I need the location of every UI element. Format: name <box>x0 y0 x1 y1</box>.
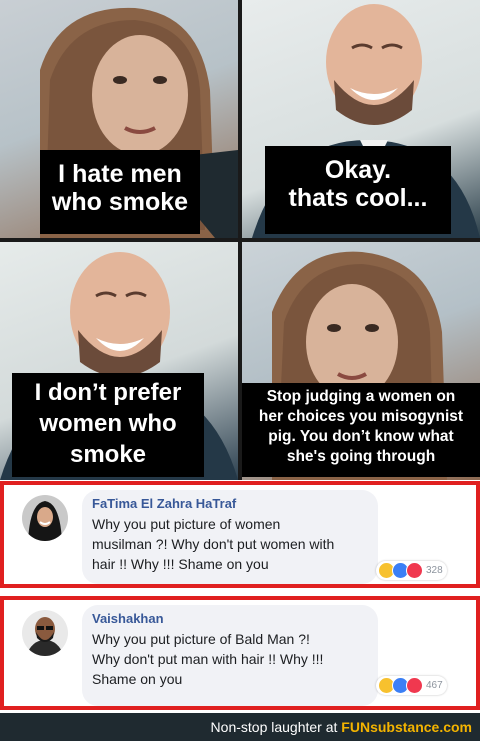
footer-brand: FUNsubstance.com <box>341 719 472 735</box>
commenter-name[interactable]: Vaishakhan <box>92 611 368 626</box>
comment-bubble: Vaishakhan Why you put picture of Bald M… <box>82 605 378 706</box>
meme-image: I hate men who smoke Okay. thats cool...… <box>0 0 480 480</box>
reaction-count: 328 <box>426 565 443 576</box>
reaction-summary[interactable]: 467 <box>376 676 447 695</box>
comment-text: Why you put picture of women musilman ?!… <box>92 516 335 572</box>
caption-1: I hate men who smoke <box>40 150 200 234</box>
avatar-man-icon <box>22 610 68 656</box>
love-reaction-icon <box>406 677 423 694</box>
comment-bubble: FaTima El Zahra HaTraf Why you put pictu… <box>82 490 378 584</box>
comment-card: Vaishakhan Why you put picture of Bald M… <box>0 596 480 710</box>
comment-text: Why you put picture of Bald Man ?! Why d… <box>92 631 324 687</box>
footer-prefix: Non-stop laughter at <box>210 719 338 735</box>
love-reaction-icon <box>406 562 423 579</box>
avatar[interactable] <box>22 610 68 656</box>
caption-4: Stop judging a women on her choices you … <box>242 383 480 477</box>
caption-2: Okay. thats cool... <box>265 146 451 234</box>
avatar[interactable] <box>22 495 68 541</box>
avatar-woman-icon <box>22 495 68 541</box>
reaction-summary[interactable]: 328 <box>376 561 447 580</box>
watermark-footer: Non-stop laughter at FUNsubstance.com <box>0 713 480 741</box>
reaction-count: 467 <box>426 680 443 691</box>
comment-card: FaTima El Zahra HaTraf Why you put pictu… <box>0 481 480 588</box>
caption-3: I don’t prefer women who smoke <box>12 373 204 477</box>
commenter-name[interactable]: FaTima El Zahra HaTraf <box>92 496 368 511</box>
